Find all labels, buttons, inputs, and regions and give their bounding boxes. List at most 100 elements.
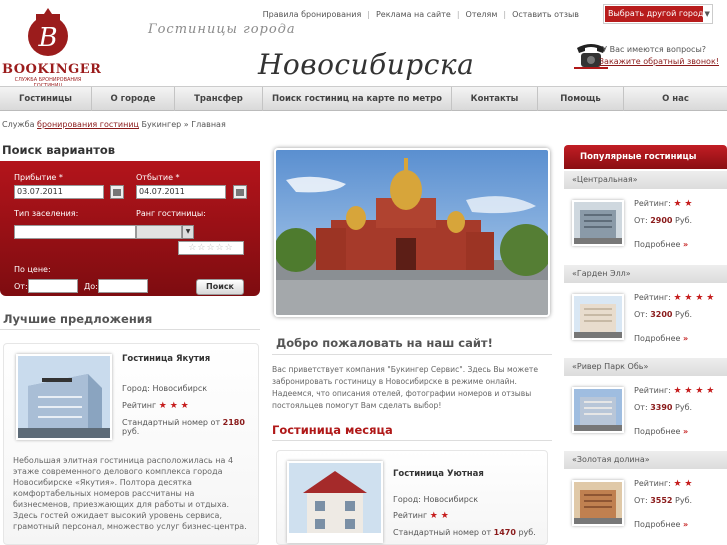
- chevron-right-icon: »: [682, 334, 689, 343]
- price-from-label: От:: [634, 403, 648, 412]
- more-link[interactable]: Подробнее »: [634, 240, 688, 249]
- divider: [0, 329, 260, 330]
- price-currency: Руб.: [675, 496, 693, 505]
- search-button[interactable]: Поиск: [196, 279, 244, 295]
- popular-hotel-photo[interactable]: [572, 480, 624, 526]
- hotel-of-month-card: Гостиница Уютная Город: Новосибирск Рейт…: [276, 450, 548, 545]
- rating-stars: ★ ★ ★ ★: [673, 386, 715, 396]
- popular-hotels-header: Популярные гостиницы: [564, 145, 727, 169]
- price-from-label: От:: [634, 216, 648, 225]
- nav-item-about-us[interactable]: О нас: [624, 87, 727, 111]
- hotel-building-image: [574, 389, 622, 431]
- popular-hotel-rating: Рейтинг: ★ ★: [634, 479, 692, 489]
- departure-date-input[interactable]: 04.07.2011: [136, 185, 226, 199]
- top-link-feedback[interactable]: Оставить отзыв: [512, 10, 579, 19]
- bookinger-logo-icon: B: [28, 8, 68, 56]
- hotel-rating: Рейтинг ★ ★ ★: [122, 401, 189, 411]
- rating-stars: ★ ★: [429, 511, 449, 521]
- hotel-city: Город: Новосибирск: [122, 384, 208, 393]
- more-link[interactable]: Подробнее »: [634, 520, 688, 529]
- hotel-rating: Рейтинг ★ ★: [393, 511, 449, 521]
- calendar-icon[interactable]: [233, 185, 247, 199]
- departure-label: Отбытие *: [136, 173, 180, 182]
- rating-label: Рейтинг:: [634, 199, 671, 208]
- chevron-right-icon: »: [682, 520, 689, 529]
- popular-hotel-rating: Рейтинг: ★ ★ ★ ★: [634, 293, 714, 303]
- welcome-text: Вас приветствует компания "Букингер Серв…: [272, 365, 539, 410]
- price-currency: Руб.: [675, 216, 693, 225]
- room-type-select-box[interactable]: [136, 225, 182, 239]
- price-value: 1470: [493, 528, 516, 537]
- price-to-input[interactable]: [98, 279, 148, 293]
- chevron-down-icon: ▼: [704, 10, 710, 18]
- room-type-label: Тип заселения:: [14, 209, 79, 218]
- chevron-down-icon[interactable]: ▼: [182, 225, 194, 239]
- nav-item-about-city[interactable]: О городе: [92, 87, 175, 111]
- top-link-advertising[interactable]: Реклама на сайте: [376, 10, 451, 19]
- hotel-city: Город: Новосибирск: [393, 495, 479, 504]
- logo[interactable]: B BOOKINGER СЛУЖБА БРОНИРОВАНИЯ ГОСТИНИЦ: [2, 4, 101, 89]
- hotel-building-image: [574, 296, 622, 338]
- calendar-icon[interactable]: [110, 185, 124, 199]
- arrival-date-input[interactable]: 03.07.2011: [14, 185, 104, 199]
- rating-label: Рейтинг:: [634, 479, 671, 488]
- cathedral-image: [276, 150, 548, 315]
- callback-link[interactable]: Закажите обратный звонок!: [599, 57, 719, 66]
- hotel-building-image: [18, 356, 110, 438]
- popular-hotel-name[interactable]: «Центральная»: [564, 171, 727, 189]
- price-label: По цене:: [14, 265, 51, 274]
- room-type-select[interactable]: [14, 225, 136, 239]
- rating-stars: ★ ★: [673, 479, 693, 489]
- price-from-input[interactable]: [28, 279, 78, 293]
- more-label: Подробнее: [634, 334, 681, 343]
- breadcrumb-link[interactable]: бронирования гостиниц: [37, 120, 139, 129]
- price-currency: руб.: [122, 427, 140, 436]
- chevron-right-icon: »: [682, 427, 689, 436]
- popular-hotel-name[interactable]: «Гарден Элл»: [564, 265, 727, 283]
- more-link[interactable]: Подробнее »: [634, 334, 688, 343]
- top-link-booking-rules[interactable]: Правила бронирования: [263, 10, 362, 19]
- price-from-label: От:: [634, 496, 648, 505]
- hotel-rank-stars[interactable]: ☆☆☆☆☆: [178, 241, 244, 255]
- nav-item-help[interactable]: Помощь: [538, 87, 624, 111]
- nav-item-contacts[interactable]: Контакты: [452, 87, 538, 111]
- rating-stars: ★ ★ ★: [158, 401, 189, 411]
- more-link[interactable]: Подробнее »: [634, 427, 688, 436]
- popular-hotel-photo[interactable]: [572, 387, 624, 433]
- breadcrumb: Служба бронирования гостиниц Букингер » …: [2, 120, 226, 129]
- hotel-name[interactable]: Гостиница Уютная: [393, 469, 484, 479]
- hotel-name[interactable]: Гостиница Якутия: [122, 354, 210, 364]
- breadcrumb-prefix: Служба: [2, 120, 35, 129]
- price-label: Стандартный номер от: [122, 418, 221, 427]
- rating-label: Рейтинг: [393, 511, 428, 520]
- popular-hotel-name[interactable]: «Ривер Парк Обь»: [564, 358, 727, 376]
- rating-label: Рейтинг:: [634, 386, 671, 395]
- popular-hotel-photo[interactable]: [572, 294, 624, 340]
- divider: [272, 354, 552, 355]
- main-nav: Гостиницы О городе Трансфер Поиск гостин…: [0, 86, 727, 111]
- price-label: Стандартный номер от: [393, 528, 492, 537]
- arrival-label: Прибытие *: [14, 173, 63, 182]
- best-offers-title: Лучшие предложения: [3, 312, 153, 326]
- popular-hotel-price: От: 2900 Руб.: [634, 216, 692, 225]
- separator: |: [367, 10, 370, 19]
- nav-item-hotels[interactable]: Гостиницы: [0, 87, 92, 111]
- more-label: Подробнее: [634, 520, 681, 529]
- city-select[interactable]: Выбрать другой город ▼: [603, 4, 713, 24]
- rating-label: Рейтинг: [122, 401, 157, 410]
- main-city-photo: [274, 148, 550, 317]
- hotel-description: Небольшая элитная гостиница расположилас…: [13, 456, 247, 531]
- breadcrumb-current: Главная: [191, 120, 226, 129]
- price-value: 3200: [650, 310, 673, 319]
- hotel-photo[interactable]: [287, 461, 383, 543]
- popular-hotel-name[interactable]: «Золотая долина»: [564, 451, 727, 469]
- nav-item-transfer[interactable]: Трансфер: [175, 87, 263, 111]
- hotel-photo[interactable]: [16, 354, 112, 440]
- price-currency: руб.: [518, 528, 536, 537]
- nav-item-metro-map-search[interactable]: Поиск гостиниц на карте по метро: [263, 87, 452, 111]
- price-currency: Руб.: [675, 403, 693, 412]
- hotel-price: Стандартный номер от 2180 руб.: [122, 418, 258, 436]
- top-link-hotels[interactable]: Отелям: [466, 10, 498, 19]
- popular-hotel-photo[interactable]: [572, 200, 624, 246]
- callback-question: У Вас имеются вопросы?: [602, 45, 706, 54]
